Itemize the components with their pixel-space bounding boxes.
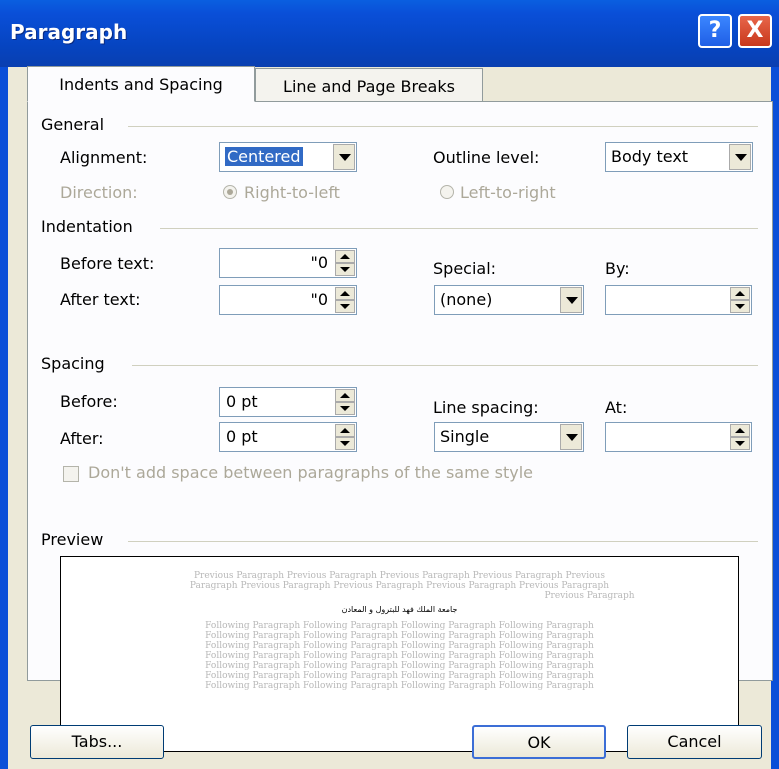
special-label: Special: <box>433 259 497 278</box>
special-value: (none) <box>440 290 493 309</box>
spin-down-icon[interactable] <box>335 263 355 276</box>
after-text-stepper[interactable]: "0 <box>219 285 357 315</box>
preview-following-line: Following Paragraph Following Paragraph … <box>205 641 594 651</box>
preview-box: Previous Paragraph Previous Paragraph Pr… <box>60 556 739 752</box>
after-text-label: After text: <box>60 290 141 309</box>
line-spacing-value: Single <box>440 427 490 446</box>
preview-section-label: Preview <box>41 530 104 549</box>
tab-line-breaks-label: Line and Page Breaks <box>283 77 455 96</box>
indentation-section-label: Indentation <box>41 217 133 236</box>
at-stepper[interactable] <box>605 422 752 452</box>
general-divider <box>128 126 758 127</box>
direction-label: Direction: <box>60 183 138 202</box>
line-spacing-select[interactable]: Single <box>434 422 584 452</box>
preview-following-line: Following Paragraph Following Paragraph … <box>205 681 594 691</box>
tab-indents-and-spacing[interactable]: Indents and Spacing <box>27 66 255 102</box>
help-button[interactable]: ? <box>698 14 732 48</box>
alignment-select[interactable]: Centered <box>219 142 357 172</box>
line-spacing-label: Line spacing: <box>433 398 539 417</box>
preview-main-text: جامعة الملك فهد للبترول و المعادن <box>341 605 458 614</box>
spin-down-icon[interactable] <box>335 437 355 450</box>
ok-button[interactable]: OK <box>472 725 606 759</box>
preview-previous-line: Previous Paragraph <box>544 591 635 601</box>
alignment-label: Alignment: <box>60 148 148 167</box>
window-border-left <box>0 67 8 769</box>
outline-level-value: Body text <box>611 147 689 166</box>
cancel-button[interactable]: Cancel <box>627 725 762 759</box>
general-section-label: General <box>41 115 105 134</box>
before-text-stepper[interactable]: "0 <box>219 248 357 278</box>
preview-following-line: Following Paragraph Following Paragraph … <box>205 621 594 631</box>
outline-level-label: Outline level: <box>433 148 540 167</box>
chevron-down-icon[interactable] <box>560 287 582 313</box>
spin-up-icon[interactable] <box>730 424 750 437</box>
chevron-down-icon[interactable] <box>333 144 355 170</box>
outline-level-select[interactable]: Body text <box>605 142 753 172</box>
preview-following-line: Following Paragraph Following Paragraph … <box>205 671 594 681</box>
window-title: Paragraph <box>10 20 128 44</box>
spin-up-icon[interactable] <box>335 424 355 437</box>
spacing-after-stepper[interactable]: 0 pt <box>219 422 357 452</box>
spin-up-icon[interactable] <box>335 389 355 402</box>
preview-following-line: Following Paragraph Following Paragraph … <box>205 631 594 641</box>
spin-up-icon[interactable] <box>335 250 355 263</box>
preview-following-line: Following Paragraph Following Paragraph … <box>205 661 594 671</box>
dont-add-space-label: Don't add space between paragraphs of th… <box>88 463 533 482</box>
preview-previous-line: Previous Paragraph Previous Paragraph Pr… <box>194 571 605 581</box>
special-select[interactable]: (none) <box>434 285 584 315</box>
spin-down-icon[interactable] <box>730 300 750 313</box>
at-label: At: <box>605 398 628 417</box>
by-stepper[interactable] <box>605 285 752 315</box>
spacing-after-label: After: <box>60 429 104 448</box>
chevron-down-icon[interactable] <box>729 144 751 170</box>
spin-up-icon[interactable] <box>730 287 750 300</box>
spacing-before-label: Before: <box>60 392 118 411</box>
before-text-label: Before text: <box>60 254 155 273</box>
preview-following-line: Following Paragraph Following Paragraph … <box>205 651 594 661</box>
indentation-divider <box>160 228 758 229</box>
close-button[interactable]: X <box>738 14 772 48</box>
by-label: By: <box>605 259 630 278</box>
before-text-value: "0 <box>310 253 328 272</box>
spin-up-icon[interactable] <box>335 287 355 300</box>
spin-down-icon[interactable] <box>335 402 355 415</box>
spacing-section-label: Spacing <box>41 354 105 373</box>
tab-line-and-page-breaks[interactable]: Line and Page Breaks <box>255 68 483 102</box>
spin-down-icon[interactable] <box>335 300 355 313</box>
preview-previous-line: Paragraph Previous Paragraph Previous Pa… <box>189 581 610 591</box>
ltr-label: Left-to-right <box>460 183 556 202</box>
spacing-before-value: 0 pt <box>226 392 258 411</box>
rtl-label: Right-to-left <box>244 183 340 202</box>
after-text-value: "0 <box>310 290 328 309</box>
spin-down-icon[interactable] <box>730 437 750 450</box>
chevron-down-icon[interactable] <box>560 424 582 450</box>
rtl-radio[interactable] <box>223 185 237 199</box>
spacing-after-value: 0 pt <box>226 427 258 446</box>
ltr-radio[interactable] <box>440 185 454 199</box>
preview-divider <box>128 541 758 542</box>
tabs-button[interactable]: Tabs... <box>30 725 164 759</box>
dont-add-space-checkbox[interactable] <box>63 466 79 482</box>
tab-indents-label: Indents and Spacing <box>59 75 223 94</box>
spacing-divider <box>132 365 758 366</box>
spacing-before-stepper[interactable]: 0 pt <box>219 387 357 417</box>
alignment-value: Centered <box>225 147 303 166</box>
